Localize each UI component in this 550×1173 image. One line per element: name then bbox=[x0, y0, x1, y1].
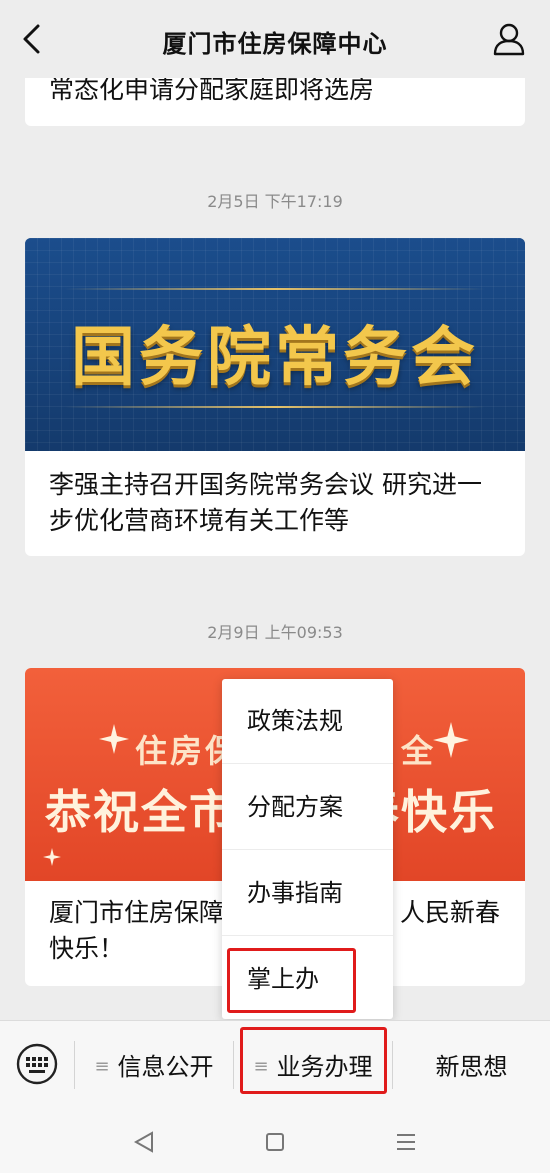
menu-lines-icon: ≡ bbox=[253, 1056, 269, 1077]
article-caption-left: 厦门市住房保障 bbox=[49, 898, 225, 927]
banner-subtitle: 全 bbox=[400, 732, 433, 770]
menu-tab-business[interactable]: ≡ 业务办理 bbox=[234, 1021, 392, 1111]
user-icon[interactable] bbox=[492, 22, 526, 56]
submenu-item-guide[interactable]: 办事指南 bbox=[222, 851, 393, 936]
menu-tab-new-thought[interactable]: 新思想 bbox=[393, 1021, 550, 1111]
submenu-item-mobile-service[interactable]: 掌上办 bbox=[222, 937, 393, 1022]
banner-divider bbox=[65, 288, 485, 290]
menu-lines-icon: ≡ bbox=[94, 1056, 110, 1077]
keyboard-icon[interactable] bbox=[16, 1043, 58, 1085]
article-caption: 李强主持召开国务院常务会议 研究进一步优化营商环境有关工作等 bbox=[49, 470, 482, 535]
submenu-item-policy[interactable]: 政策法规 bbox=[222, 679, 393, 764]
home-square-icon[interactable] bbox=[263, 1130, 287, 1154]
article-caption-right: 人民新春 bbox=[399, 898, 500, 927]
back-triangle-icon[interactable] bbox=[132, 1130, 156, 1154]
page-title: 厦门市住房保障中心 bbox=[162, 30, 388, 58]
banner-divider bbox=[65, 406, 485, 408]
sparkle-icon bbox=[43, 848, 61, 866]
system-navigation-bar bbox=[0, 1110, 550, 1173]
menu-tab-info-disclosure[interactable]: ≡ 信息公开 bbox=[75, 1021, 233, 1111]
article-card[interactable]: 国务院常务会 李强主持召开国务院常务会议 研究进一步优化营商环境有关工作等 bbox=[25, 238, 525, 556]
sparkle-icon bbox=[99, 724, 129, 754]
header-shadow bbox=[0, 60, 550, 78]
submenu-item-allocation[interactable]: 分配方案 bbox=[222, 765, 393, 850]
sparkle-icon bbox=[433, 722, 469, 758]
post-timestamp: 2月5日 下午17:19 bbox=[207, 192, 343, 211]
banner-title: 恭祝全市 bbox=[45, 785, 237, 839]
post-timestamp: 2月9日 上午09:53 bbox=[207, 623, 343, 642]
banner-title: 国务院常务会 bbox=[71, 321, 479, 395]
submenu-popup: 政策法规 分配方案 办事指南 掌上办 bbox=[222, 679, 393, 1019]
article-banner-image: 国务院常务会 bbox=[25, 238, 525, 451]
bottom-menu-bar: ≡ 信息公开 ≡ 业务办理 新思想 bbox=[0, 1020, 550, 1110]
menu-lines-icon[interactable] bbox=[394, 1130, 418, 1154]
